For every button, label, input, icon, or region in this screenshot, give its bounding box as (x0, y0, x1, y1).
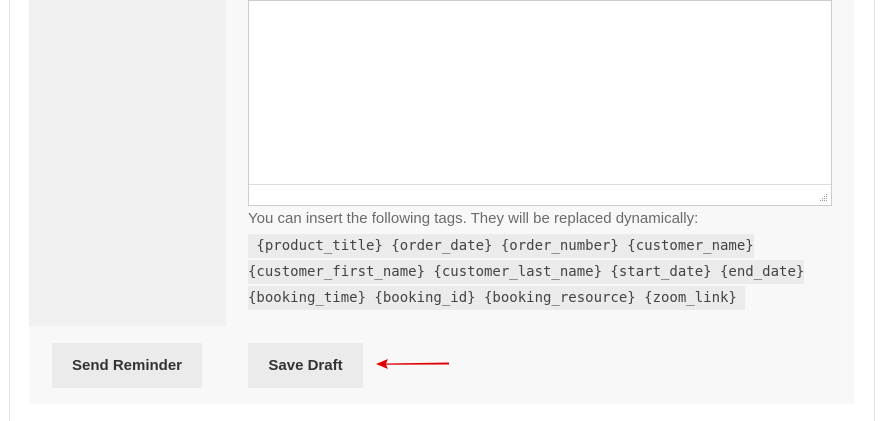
tags-list: {product_title} {order_date} {order_numb… (248, 233, 848, 311)
textarea-status-bar (249, 184, 831, 205)
message-textarea[interactable] (248, 0, 832, 206)
label-column (29, 0, 226, 326)
annotation-arrow-icon (376, 359, 449, 369)
tags-line-text: {booking_time} {booking_id} {booking_res… (248, 286, 746, 310)
tags-line-text: {customer_first_name} {customer_last_nam… (248, 260, 805, 284)
save-draft-button[interactable]: Save Draft (248, 343, 363, 388)
send-reminder-button[interactable]: Send Reminder (52, 343, 202, 388)
tags-line: {customer_first_name} {customer_last_nam… (248, 259, 848, 285)
tags-line: {booking_time} {booking_id} {booking_res… (248, 285, 848, 311)
tags-help-text: You can insert the following tags. They … (248, 210, 699, 227)
tags-line: {product_title} {order_date} {order_numb… (248, 233, 848, 259)
resize-handle-icon[interactable] (819, 193, 828, 202)
tags-line-text: {product_title} {order_date} {order_numb… (248, 234, 754, 258)
